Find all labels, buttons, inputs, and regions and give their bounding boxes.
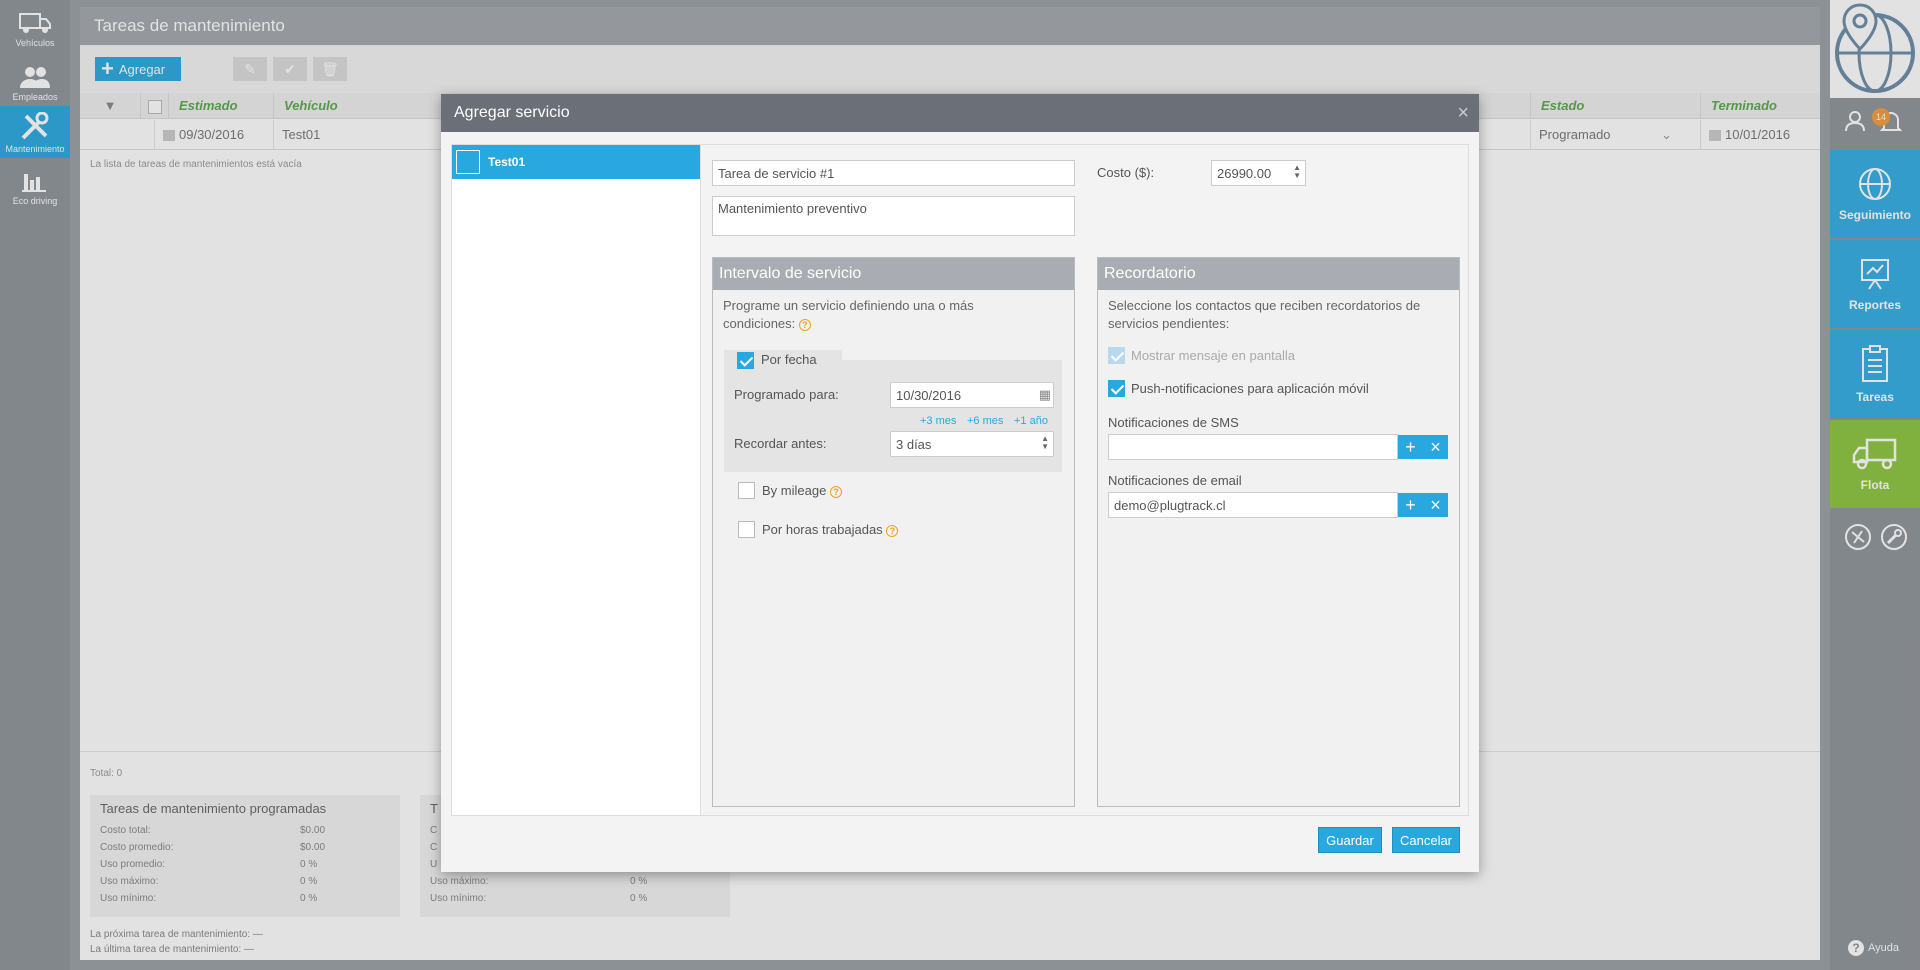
sms-input[interactable] [1108, 434, 1398, 460]
close-icon: × [1430, 494, 1441, 515]
scheduled-date-value: 10/30/2016 [896, 387, 962, 403]
email-label: Notificaciones de email [1108, 473, 1242, 488]
by-hours-checkbox[interactable] [738, 521, 755, 538]
by-hours-text: Por horas trabajadas [762, 522, 883, 537]
cost-input[interactable]: 26990.00 ▲ ▼ [1211, 160, 1306, 186]
by-hours-label: Por horas trabajadas ? [762, 522, 899, 537]
sms-label: Notificaciones de SMS [1108, 415, 1239, 430]
save-button[interactable]: Guardar [1318, 827, 1382, 853]
add-email-button[interactable]: + [1398, 493, 1423, 517]
calendar-icon[interactable]: ▦ [1039, 387, 1051, 403]
spinner-icon[interactable]: ▲ ▼ [1293, 164, 1301, 180]
cost-label: Costo ($): [1097, 165, 1155, 180]
plus-1-year-link[interactable]: +1 año [1014, 415, 1048, 427]
plus-3-months-link[interactable]: +3 mes [920, 415, 956, 427]
show-screen-label: Mostrar mensaje en pantalla [1131, 348, 1296, 363]
description-textarea[interactable]: Mantenimiento preventivo [712, 196, 1075, 236]
close-icon: × [1430, 436, 1441, 457]
add-service-dialog: Agregar servicio × Test01 Tarea de servi… [441, 94, 1479, 872]
close-icon[interactable]: × [1457, 94, 1469, 132]
interval-description: Programe un servicio definiendo una o má… [723, 297, 1043, 333]
unit-list: Test01 [452, 145, 701, 815]
spinner-icon[interactable]: ▲ ▼ [1041, 435, 1049, 451]
help-icon[interactable]: ? [886, 524, 899, 537]
add-sms-button[interactable]: + [1398, 435, 1423, 459]
dialog-header: Agregar servicio × [441, 94, 1479, 132]
clear-sms-button[interactable]: × [1423, 435, 1448, 459]
interval-panel: Intervalo de servicio Programe un servic… [712, 257, 1075, 807]
unit-checkbox[interactable] [456, 150, 480, 174]
by-mileage-label: By mileage ? [762, 483, 842, 498]
clear-email-button[interactable]: × [1423, 493, 1448, 517]
reminder-panel: Recordatorio Seleccione los contactos qu… [1097, 257, 1460, 807]
by-date-checkbox[interactable] [737, 352, 754, 369]
dialog-title: Agregar servicio [454, 104, 570, 121]
cancel-button[interactable]: Cancelar [1392, 827, 1460, 853]
reminder-title: Recordatorio [1098, 258, 1459, 290]
reminder-description: Seleccione los contactos que reciben rec… [1108, 298, 1421, 331]
show-screen-checkbox[interactable] [1108, 347, 1125, 364]
help-icon[interactable]: ? [798, 318, 811, 331]
email-input[interactable]: demo@plugtrack.cl [1108, 492, 1398, 518]
remind-value: 3 días [896, 436, 932, 452]
remind-label: Recordar antes: [734, 436, 827, 451]
by-mileage-text: By mileage [762, 483, 827, 498]
cost-value: 26990.00 [1217, 165, 1272, 181]
plus-6-months-link[interactable]: +6 mes [967, 415, 1003, 427]
interval-title: Intervalo de servicio [713, 258, 1074, 290]
by-date-label: Por fecha [761, 352, 817, 367]
service-name-input[interactable]: Tarea de servicio #1 [712, 160, 1075, 186]
unit-item-label: Test01 [488, 155, 526, 169]
scheduled-date-input[interactable]: 10/30/2016 ▦ [890, 382, 1054, 408]
dialog-body: Test01 Tarea de servicio #1 Mantenimient… [451, 144, 1469, 816]
service-form: Tarea de servicio #1 Mantenimiento preve… [702, 145, 1469, 815]
push-label: Push-notificaciones para aplicación móvi… [1131, 381, 1369, 396]
plus-icon: + [1405, 494, 1416, 515]
unit-item[interactable]: Test01 [452, 145, 700, 179]
by-mileage-checkbox[interactable] [738, 482, 755, 499]
remind-input[interactable]: 3 días ▲ ▼ [890, 431, 1054, 457]
plus-icon: + [1405, 436, 1416, 457]
help-icon[interactable]: ? [829, 485, 842, 498]
push-checkbox[interactable] [1108, 380, 1125, 397]
interval-desc-text: Programe un servicio definiendo una o má… [723, 298, 974, 331]
scheduled-label: Programado para: [734, 387, 839, 402]
